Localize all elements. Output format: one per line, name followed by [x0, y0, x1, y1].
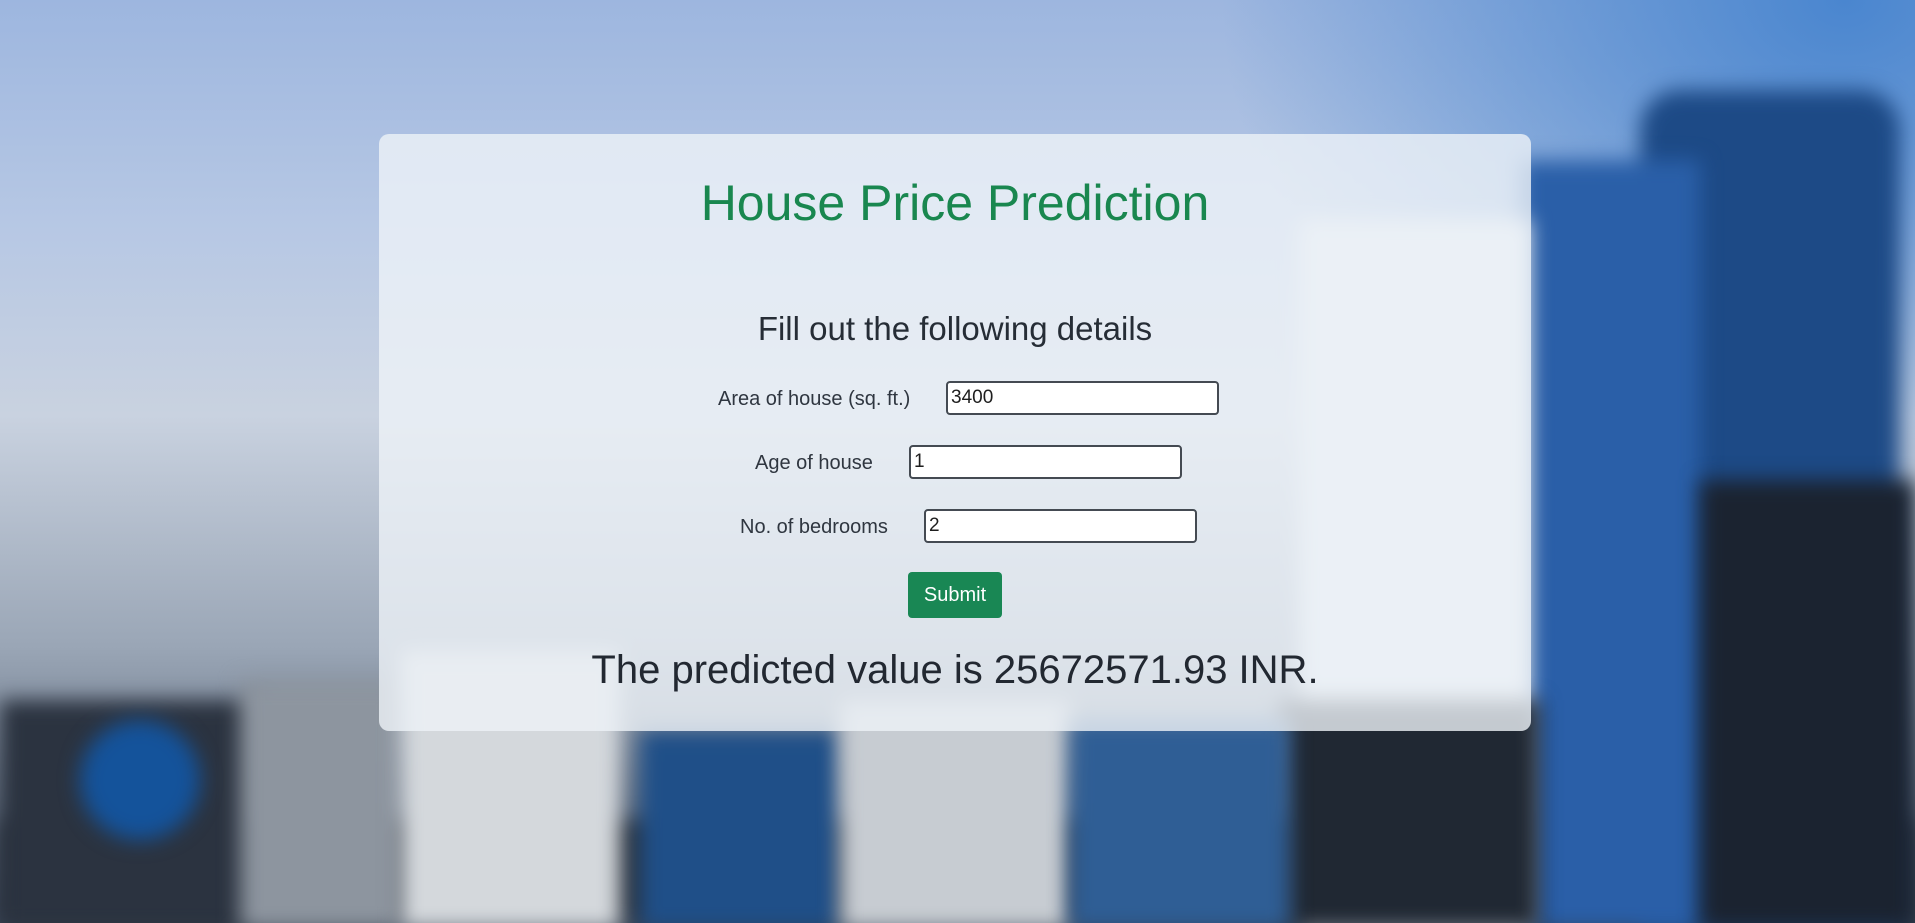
submit-button[interactable]: Submit [908, 572, 1002, 618]
age-input[interactable] [909, 445, 1182, 479]
building-shape [640, 730, 840, 923]
prediction-result: The predicted value is 25672571.93 INR. [591, 648, 1319, 692]
building-shape [1520, 160, 1700, 923]
prediction-card: House Price Prediction Fill out the foll… [379, 134, 1531, 731]
building-shape [80, 720, 200, 840]
building-shape [1070, 720, 1290, 923]
page-title: House Price Prediction [700, 175, 1210, 231]
building-shape [240, 680, 400, 923]
building-shape [1700, 480, 1915, 923]
area-input[interactable] [946, 381, 1219, 415]
bedrooms-label: No. of bedrooms [740, 516, 888, 538]
area-label: Area of house (sq. ft.) [718, 388, 911, 410]
building-shape [1280, 700, 1540, 923]
building-shape [840, 700, 1070, 923]
bedrooms-input[interactable] [924, 509, 1197, 543]
age-label: Age of house [755, 452, 873, 474]
form-subtitle: Fill out the following details [757, 310, 1153, 347]
